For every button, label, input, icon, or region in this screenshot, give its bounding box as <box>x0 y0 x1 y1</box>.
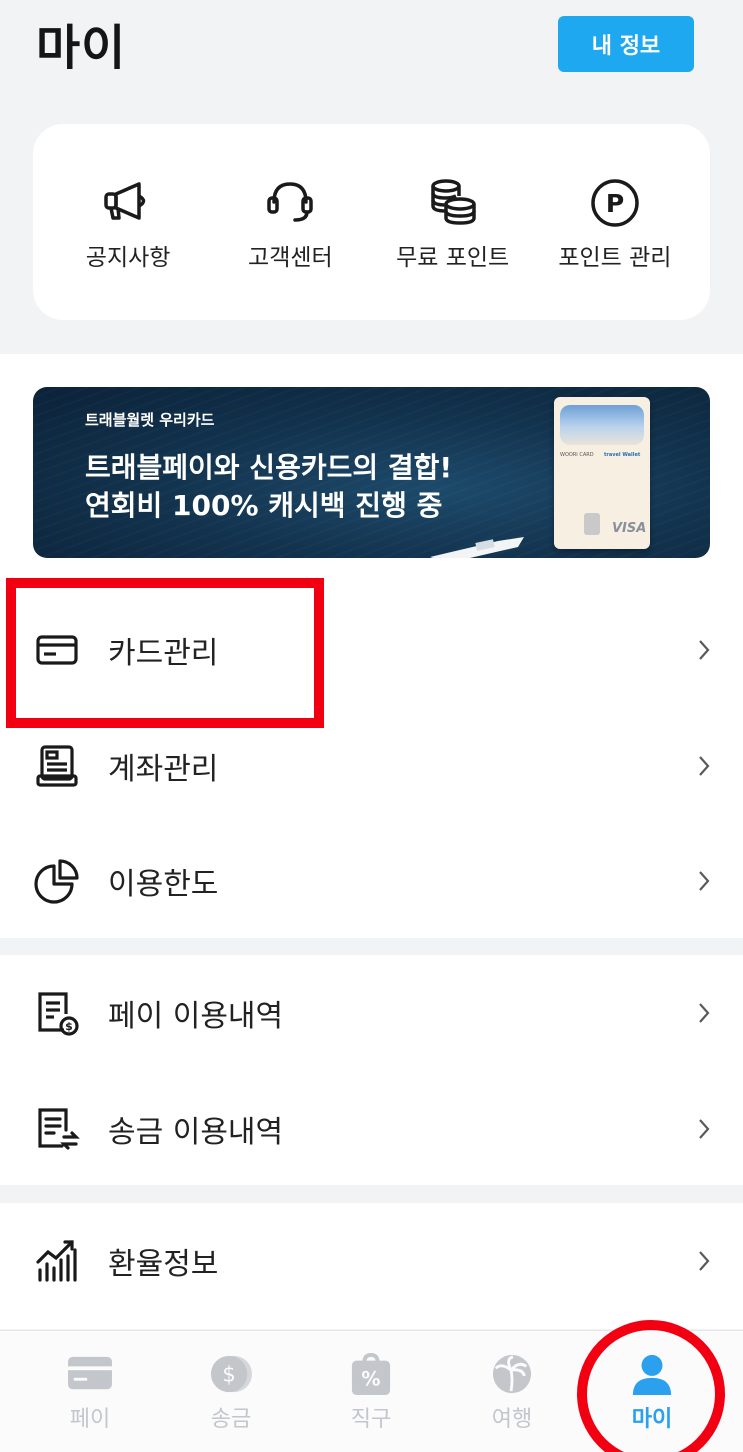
quick-item-point-management[interactable]: P 포인트 관리 <box>535 124 695 320</box>
quick-label: 무료 포인트 <box>396 245 510 271</box>
tab-remit[interactable]: $ 송금 <box>186 1353 276 1433</box>
remit-history-icon <box>38 1108 80 1150</box>
chevron-right-icon <box>699 871 710 891</box>
card-art <box>560 405 644 445</box>
svg-text:%: % <box>361 1367 380 1390</box>
chevron-right-icon <box>699 1251 710 1271</box>
tab-label: 여행 <box>491 1407 533 1432</box>
megaphone-icon <box>104 182 146 220</box>
tab-travel[interactable]: 여행 <box>467 1353 557 1433</box>
dollar-coin-icon: $ <box>210 1355 252 1393</box>
tab-my[interactable]: 마이 <box>607 1353 697 1433</box>
card-brand: VISA <box>612 521 647 536</box>
menu-row-card-management[interactable]: 카드관리 <box>0 592 743 708</box>
quick-item-notice[interactable]: 공지사항 <box>48 124 208 320</box>
tab-label: 송금 <box>210 1407 252 1432</box>
menu-label: 계좌관리 <box>108 752 219 787</box>
tab-label: 직구 <box>350 1407 392 1432</box>
banner-title-line1: 트래블페이와 신용카드의 결합! <box>85 451 453 484</box>
history-section-card: $ 페이 이용내역 송금 이용내역 <box>0 955 743 1185</box>
boat-illustration <box>430 537 524 558</box>
quick-label: 포인트 관리 <box>558 245 672 271</box>
shopping-bag-icon: % <box>351 1353 391 1395</box>
headset-icon <box>267 182 314 222</box>
card-tab-icon <box>68 1356 112 1390</box>
menu-label: 환율정보 <box>108 1247 219 1282</box>
tab-label: 마이 <box>631 1407 673 1432</box>
menu-label: 송금 이용내역 <box>108 1115 284 1150</box>
svg-text:P: P <box>606 189 624 218</box>
menu-label: 이용한도 <box>108 867 219 902</box>
exchange-rate-chart-icon <box>36 1240 77 1282</box>
point-p-icon: P <box>591 179 639 227</box>
account-icon <box>36 745 78 787</box>
chevron-right-icon <box>699 1119 710 1139</box>
banner-title: 트래블페이와 신용카드의 결합! 연회비 100% 캐시백 진행 중 <box>85 449 452 525</box>
quick-menu-card: 공지사항 고객센터 무료 포인트 P 포인트 관리 <box>33 124 710 320</box>
menu-row-exchange-rate[interactable]: 환율정보 <box>0 1203 743 1319</box>
banner-subtitle: 트래블월렛 우리카드 <box>85 411 215 429</box>
menu-row-usage-limit[interactable]: 이용한도 <box>0 823 743 939</box>
bottom-tab-bar: 페이 $ 송금 % 직구 여행 마이 <box>0 1330 743 1452</box>
svg-text:$: $ <box>65 1020 73 1033</box>
page-title: 마이 <box>36 20 127 76</box>
pie-chart-icon <box>34 859 79 904</box>
card-wallet-mark: travel Wallet <box>604 452 641 458</box>
menu-section-card: 트래블월렛 우리카드 트래블페이와 신용카드의 결합! 연회비 100% 캐시백… <box>0 354 743 938</box>
card-issuer-mark: WOORI CARD <box>560 452 594 458</box>
quick-item-free-points[interactable]: 무료 포인트 <box>373 124 533 320</box>
pay-history-icon: $ <box>38 992 79 1036</box>
quick-label: 고객센터 <box>248 245 333 271</box>
card-chip <box>584 513 600 535</box>
svg-text:$: $ <box>222 1363 235 1387</box>
palm-tree-icon <box>492 1354 532 1394</box>
banner-title-line2: 연회비 100% 캐시백 진행 중 <box>85 489 443 522</box>
tab-direct-purchase[interactable]: % 직구 <box>326 1353 416 1433</box>
exchange-section-card: 환율정보 <box>0 1203 743 1329</box>
credit-card-illustration: WOORI CARD travel Wallet VISA <box>554 397 650 549</box>
chevron-right-icon <box>699 640 710 660</box>
menu-row-account-management[interactable]: 계좌관리 <box>0 708 743 824</box>
header: 마이 내 정보 <box>0 0 743 100</box>
promo-banner[interactable]: 트래블월렛 우리카드 트래블페이와 신용카드의 결합! 연회비 100% 캐시백… <box>33 387 710 558</box>
menu-label: 카드관리 <box>108 636 219 671</box>
person-icon <box>632 1354 672 1395</box>
my-info-button[interactable]: 내 정보 <box>558 16 694 72</box>
coins-icon <box>430 179 476 225</box>
chevron-right-icon <box>699 756 710 776</box>
quick-label: 공지사항 <box>85 245 171 271</box>
menu-row-pay-history[interactable]: $ 페이 이용내역 <box>0 955 743 1071</box>
tab-label: 페이 <box>69 1407 111 1432</box>
card-icon <box>36 635 78 665</box>
quick-item-customer-center[interactable]: 고객센터 <box>210 124 370 320</box>
menu-row-remit-history[interactable]: 송금 이용내역 <box>0 1071 743 1187</box>
tab-pay[interactable]: 페이 <box>45 1353 135 1433</box>
menu-label: 페이 이용내역 <box>108 999 284 1034</box>
chevron-right-icon <box>699 1003 710 1023</box>
